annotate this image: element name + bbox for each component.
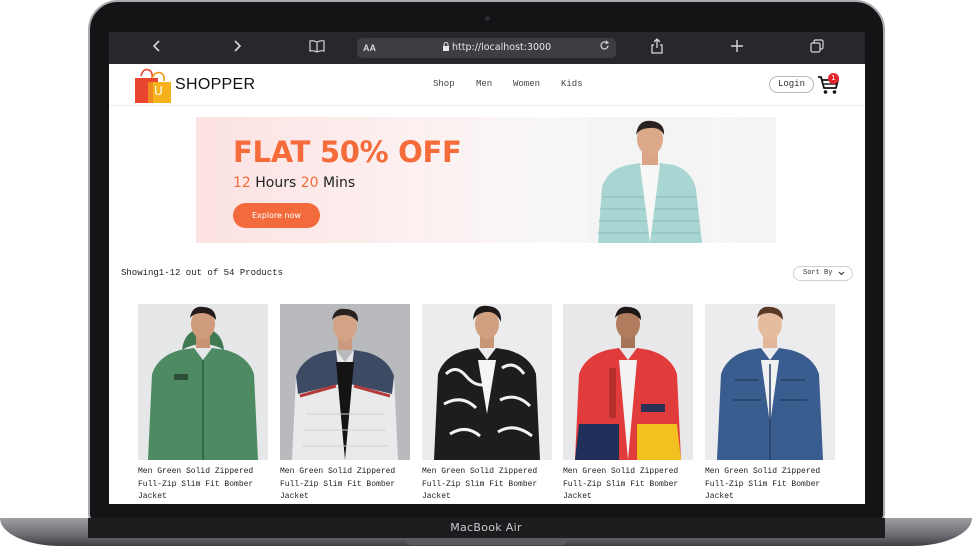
hero-banner: FLAT 50% OFF 12 Hours 20 Mins Explore no… bbox=[196, 117, 776, 243]
sort-by-label: Sort By bbox=[803, 269, 833, 277]
hero-title: FLAT 50% OFF bbox=[233, 135, 462, 169]
sort-by-dropdown[interactable]: Sort By bbox=[793, 266, 853, 281]
back-icon[interactable] bbox=[147, 38, 167, 58]
url-text: http://localhost:3000 bbox=[452, 42, 552, 53]
product-card[interactable]: Men Green Solid Zippered Full-Zip Slim F… bbox=[138, 304, 268, 504]
screen: AA http://localhost:3000 U SHOPPER Shop … bbox=[109, 32, 865, 504]
product-image bbox=[705, 304, 835, 460]
product-image bbox=[422, 304, 552, 460]
share-icon[interactable] bbox=[647, 38, 667, 58]
hero-model-image bbox=[588, 117, 712, 243]
product-name[interactable]: Men Green Solid Zippered Full-Zip Slim F… bbox=[705, 466, 835, 504]
new-tab-icon[interactable] bbox=[727, 38, 747, 58]
cart-count-badge: 1 bbox=[828, 73, 839, 84]
laptop-notch bbox=[405, 538, 568, 545]
mins-value: 20 bbox=[300, 175, 319, 191]
product-card[interactable]: Men Green Solid Zippered Full-Zip Slim F… bbox=[705, 304, 835, 504]
camera bbox=[485, 16, 490, 21]
mins-label: Mins bbox=[318, 175, 356, 191]
product-card[interactable]: Men Green Solid Zippered Full-Zip Slim F… bbox=[422, 304, 552, 504]
explore-now-button[interactable]: Explore now bbox=[233, 203, 320, 228]
bookmarks-icon[interactable] bbox=[306, 38, 328, 58]
hero-countdown: 12 Hours 20 Mins bbox=[233, 175, 355, 191]
browser-toolbar: AA http://localhost:3000 bbox=[109, 32, 865, 64]
forward-icon[interactable] bbox=[227, 38, 247, 58]
text-size-button[interactable]: AA bbox=[363, 38, 376, 58]
product-card[interactable]: Men Green Solid Zippered Full-Zip Slim F… bbox=[280, 304, 410, 504]
nav-link-shop[interactable]: Shop bbox=[433, 79, 455, 89]
shopping-bag-logo-icon[interactable]: U bbox=[134, 68, 174, 104]
product-name[interactable]: Men Green Solid Zippered Full-Zip Slim F… bbox=[138, 466, 268, 504]
logo-letter: U bbox=[154, 84, 163, 98]
product-count-text: Showing1-12 out of 54 Products bbox=[121, 268, 284, 278]
tabs-icon[interactable] bbox=[807, 38, 827, 58]
login-button[interactable]: Login bbox=[769, 76, 814, 93]
product-image bbox=[280, 304, 410, 460]
reload-icon[interactable] bbox=[599, 38, 610, 58]
product-card[interactable]: Men Green Solid Zippered Full-Zip Slim F… bbox=[563, 304, 693, 504]
product-image bbox=[138, 304, 268, 460]
nav-link-women[interactable]: Women bbox=[513, 79, 540, 89]
logo-text[interactable]: SHOPPER bbox=[175, 76, 255, 94]
hours-label: Hours bbox=[250, 175, 301, 191]
product-name[interactable]: Men Green Solid Zippered Full-Zip Slim F… bbox=[280, 466, 410, 504]
hours-value: 12 bbox=[233, 175, 251, 191]
nav-link-men[interactable]: Men bbox=[476, 79, 492, 89]
product-image bbox=[563, 304, 693, 460]
chevron-down-icon bbox=[838, 267, 845, 286]
address-bar[interactable]: AA http://localhost:3000 bbox=[357, 38, 616, 58]
nav-link-kids[interactable]: Kids bbox=[561, 79, 583, 89]
lock-icon bbox=[442, 38, 450, 58]
site-navbar: U SHOPPER Shop Men Women Kids Login 1 bbox=[109, 64, 865, 106]
device-label: MacBook Air bbox=[450, 521, 522, 534]
product-name[interactable]: Men Green Solid Zippered Full-Zip Slim F… bbox=[563, 466, 693, 504]
product-name[interactable]: Men Green Solid Zippered Full-Zip Slim F… bbox=[422, 466, 552, 504]
